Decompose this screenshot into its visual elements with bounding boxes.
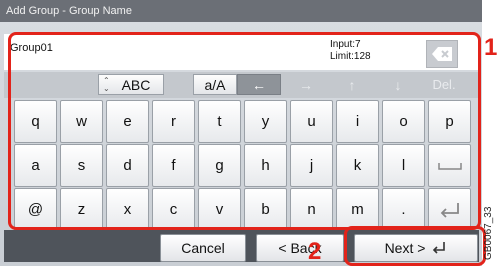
cursor-down-button[interactable]: ↓ (378, 74, 418, 95)
input-mode-button[interactable]: ⌃ ⌄ ABC (98, 74, 164, 95)
backspace-clear-icon (431, 46, 453, 62)
key-label: t (217, 113, 222, 130)
key-label: m (351, 201, 364, 218)
key-label: g (215, 157, 224, 174)
next-button[interactable]: Next > (354, 234, 478, 262)
key-label: r (171, 113, 176, 130)
next-label: Next > (384, 240, 426, 256)
back-button[interactable]: < Back (256, 234, 344, 262)
delete-button[interactable]: Del. (424, 74, 464, 95)
key-g[interactable]: g (198, 144, 241, 187)
case-toggle-label: a/A (204, 76, 226, 93)
key-f[interactable]: f (152, 144, 195, 187)
key-label: l (401, 157, 406, 174)
arrow-down-icon: ↓ (394, 76, 402, 93)
key-label: @ (27, 201, 44, 218)
keyboard-panel: Add Group - Group Name Group01 Input:7 L… (0, 0, 482, 266)
key-i[interactable]: i (336, 100, 379, 143)
key-y[interactable]: y (244, 100, 287, 143)
input-count: Input:7 (330, 39, 361, 50)
key-label: d (123, 157, 132, 174)
enter-icon (438, 201, 462, 219)
key-h[interactable]: h (244, 144, 287, 187)
key-label: q (31, 113, 40, 130)
arrow-left-icon: ← (252, 76, 266, 93)
key-b[interactable]: b (244, 188, 287, 231)
key-r[interactable]: r (152, 100, 195, 143)
key-p[interactable]: p (428, 100, 471, 143)
key-label: x (123, 201, 132, 218)
key-v[interactable]: v (198, 188, 241, 231)
key-label: p (445, 113, 454, 130)
key-w[interactable]: w (60, 100, 103, 143)
key-label: k (353, 157, 362, 174)
input-counter: Input:7 Limit:128 (330, 39, 371, 63)
key-u[interactable]: u (290, 100, 333, 143)
key-d[interactable]: d (106, 144, 149, 187)
group-name-field[interactable] (4, 34, 479, 70)
key-m[interactable]: m (336, 188, 379, 231)
key-x[interactable]: x (106, 188, 149, 231)
key-label: b (261, 201, 270, 218)
key-label: f (171, 157, 176, 174)
key-a[interactable]: a (14, 144, 57, 187)
key-z[interactable]: z (60, 188, 103, 231)
space-icon (437, 161, 462, 171)
callout-number-1: 1 (484, 34, 498, 61)
key-label: u (307, 113, 316, 130)
window-title: Add Group - Group Name (0, 0, 482, 22)
key-period[interactable]: . (382, 188, 425, 231)
figure-id-label: GB0067_33 (483, 206, 494, 260)
enter-icon (431, 241, 447, 255)
key-label: s (77, 157, 86, 174)
key-label: a (31, 157, 40, 174)
delete-label: Del. (432, 77, 456, 92)
input-limit: Limit:128 (330, 51, 371, 62)
arrow-right-icon: → (299, 76, 313, 93)
key-n[interactable]: n (290, 188, 333, 231)
key-label: . (401, 201, 406, 218)
key-label: c (169, 201, 178, 218)
key-l[interactable]: l (382, 144, 425, 187)
key-c[interactable]: c (152, 188, 195, 231)
callout-number-2: 2 (308, 238, 322, 265)
key-label: z (77, 201, 86, 218)
key-label: v (215, 201, 224, 218)
cursor-up-button[interactable]: ↑ (332, 74, 372, 95)
clear-input-button[interactable] (426, 40, 458, 68)
key-e[interactable]: e (106, 100, 149, 143)
up-down-chevron-icon: ⌃ ⌄ (103, 76, 110, 93)
case-toggle-button[interactable]: a/A (193, 74, 237, 95)
key-label: n (307, 201, 316, 218)
group-name-value: Group01 (10, 42, 53, 54)
key-o[interactable]: o (382, 100, 425, 143)
key-j[interactable]: j (290, 144, 333, 187)
key-t[interactable]: t (198, 100, 241, 143)
key-label: i (355, 113, 360, 130)
cancel-button[interactable]: Cancel (160, 234, 246, 262)
key-label: w (76, 113, 87, 130)
key-label: y (261, 113, 270, 130)
enter-key[interactable] (428, 188, 471, 231)
cancel-label: Cancel (181, 240, 225, 256)
key-label: h (261, 157, 270, 174)
key-label: o (399, 113, 408, 130)
input-mode-label: ABC (121, 76, 151, 93)
key-q[interactable]: q (14, 100, 57, 143)
cursor-left-button[interactable]: ← (237, 74, 281, 95)
cursor-right-button[interactable]: → (286, 74, 326, 95)
key-s[interactable]: s (60, 144, 103, 187)
key-label: j (309, 157, 314, 174)
space-key[interactable] (428, 144, 471, 187)
key-k[interactable]: k (336, 144, 379, 187)
key-label: e (123, 113, 132, 130)
key-at[interactable]: @ (14, 188, 57, 231)
arrow-up-icon: ↑ (348, 76, 356, 93)
